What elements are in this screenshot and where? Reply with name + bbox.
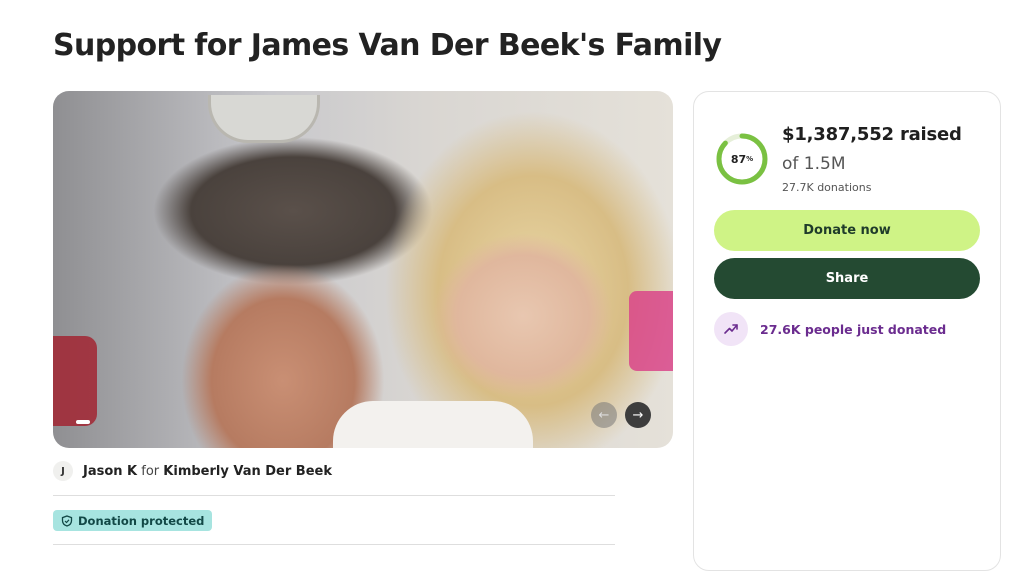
progress-percent: 87% [715,132,769,186]
page-title: Support for James Van Der Beek's Family [53,28,722,63]
badge-label: Donation protected [78,513,205,528]
donation-protected-badge[interactable]: Donation protected [53,510,213,531]
carousel-next-button[interactable]: → [625,402,651,428]
progress-percent-value: 87 [730,152,747,166]
avatar[interactable]: J [53,461,73,481]
carousel-indicator[interactable] [76,420,90,424]
cap-patch [208,95,320,143]
trending-up-icon [714,312,748,346]
donate-now-button[interactable]: Donate now [714,210,980,251]
arrow-left-icon: ← [598,407,610,423]
carousel-prev-button[interactable]: ← [591,402,617,428]
campaign-photo[interactable] [53,91,673,448]
photo-clothing [333,401,533,448]
recent-donations-indicator: 27.6K people just donated [714,312,946,346]
amount-raised: $1,387,552 raised [782,124,962,145]
organizer-text: Jason K for Kimberly Van Der Beek [83,464,332,479]
background-decoration [629,291,673,371]
goal-amount: of 1.5M [782,154,846,174]
arrow-right-icon: → [632,407,644,423]
share-button[interactable]: Share [714,258,980,299]
divider [53,495,615,496]
donation-count: 27.7K donations [782,181,872,194]
divider [53,544,615,545]
beneficiary-name[interactable]: Kimberly Van Der Beek [163,464,332,479]
donation-card: 87% $1,387,552 raised of 1.5M 27.7K dona… [693,91,1001,571]
organizer-name[interactable]: Jason K [83,464,137,479]
recent-donations-text: 27.6K people just donated [760,321,947,337]
organizer-for-label: for [141,463,160,479]
percent-sign: % [746,155,754,163]
organizer-info: J Jason K for Kimberly Van Der Beek [53,461,332,481]
shield-icon [61,514,73,527]
background-decoration [53,336,97,426]
